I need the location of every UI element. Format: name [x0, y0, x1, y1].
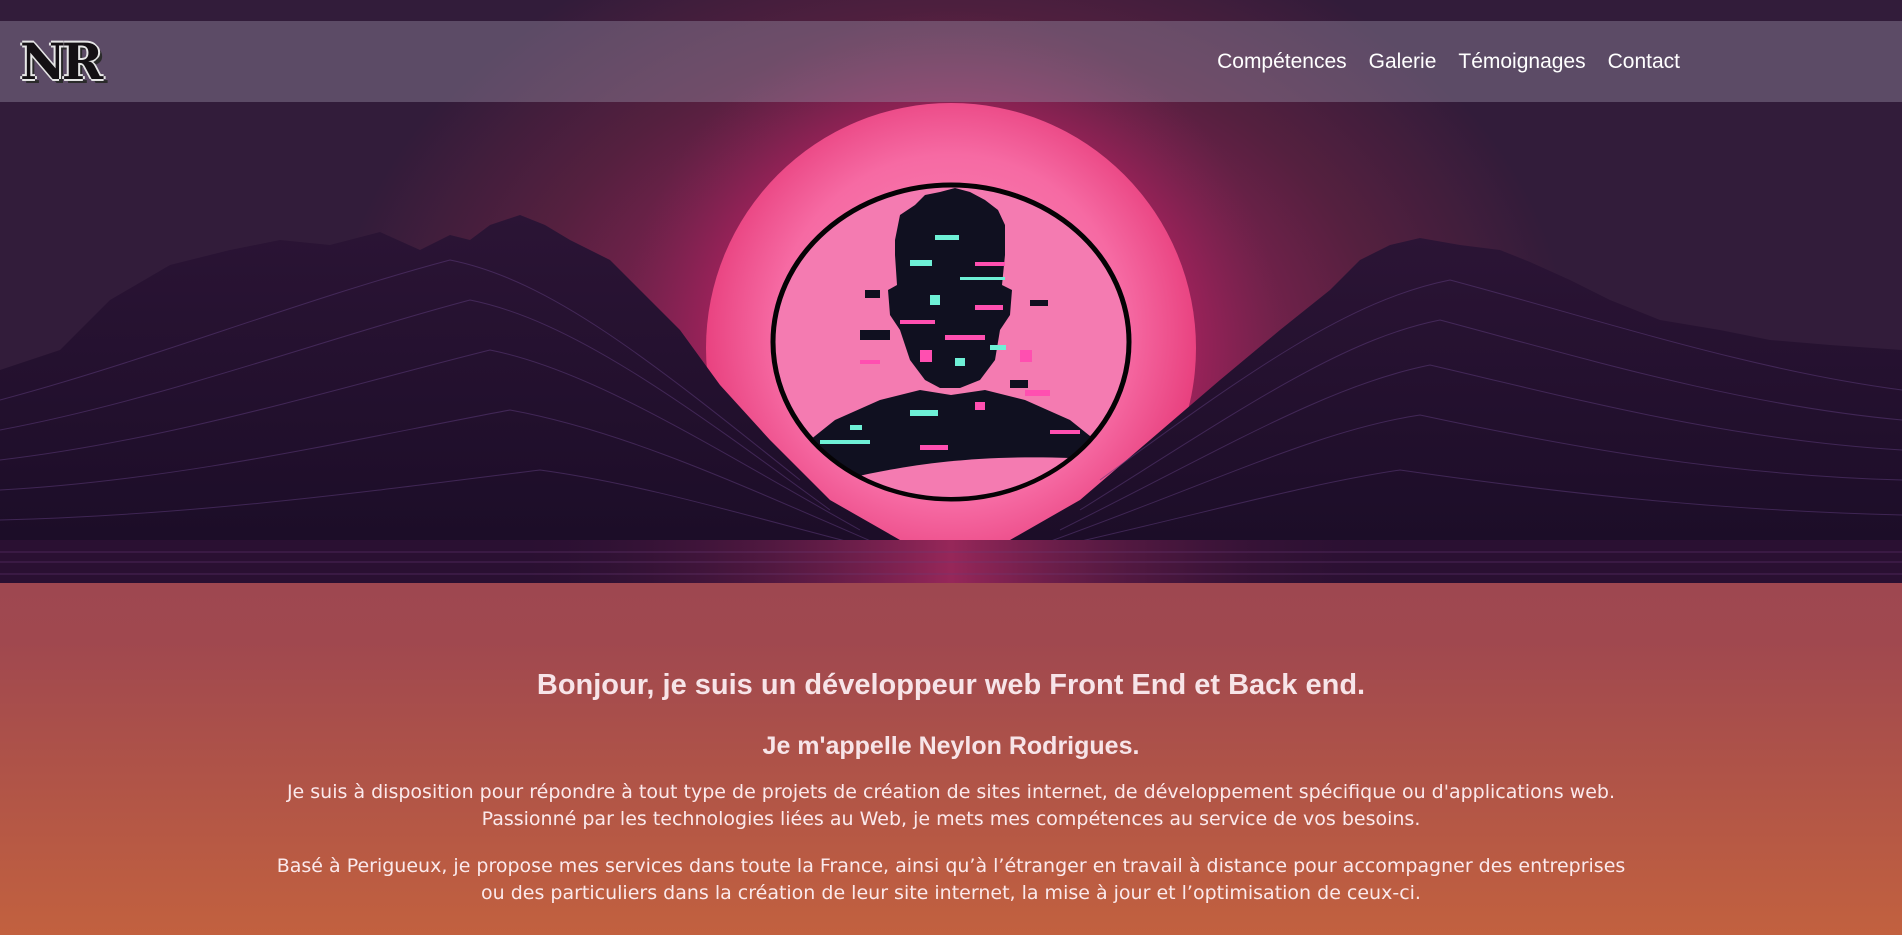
- logo-text: NR: [20, 32, 103, 91]
- site-logo[interactable]: NR: [20, 31, 103, 93]
- intro-section: Bonjour, je suis un développeur web Fron…: [0, 583, 1902, 907]
- page: NR Compétences Galerie Témoignages Conta…: [0, 0, 1902, 935]
- hero-banner: NR Compétences Galerie Témoignages Conta…: [0, 0, 1902, 583]
- intro-headline: Bonjour, je suis un développeur web Fron…: [536, 669, 1366, 701]
- intro-name-line: Je m'appelle Neylon Rodrigues.: [762, 732, 1140, 760]
- nav-link-contact[interactable]: Contact: [1608, 50, 1680, 74]
- nav-link-galerie[interactable]: Galerie: [1369, 50, 1437, 74]
- intro-paragraph-1: Je suis à disposition pour répondre à to…: [286, 781, 1616, 830]
- main-nav: Compétences Galerie Témoignages Contact: [1217, 21, 1680, 102]
- top-navbar: NR Compétences Galerie Témoignages Conta…: [0, 21, 1902, 102]
- intro-paragraph-2: Basé à Perigueux, je propose mes service…: [276, 855, 1626, 904]
- nav-link-competences[interactable]: Compétences: [1217, 50, 1347, 74]
- nav-link-temoignages[interactable]: Témoignages: [1458, 50, 1585, 74]
